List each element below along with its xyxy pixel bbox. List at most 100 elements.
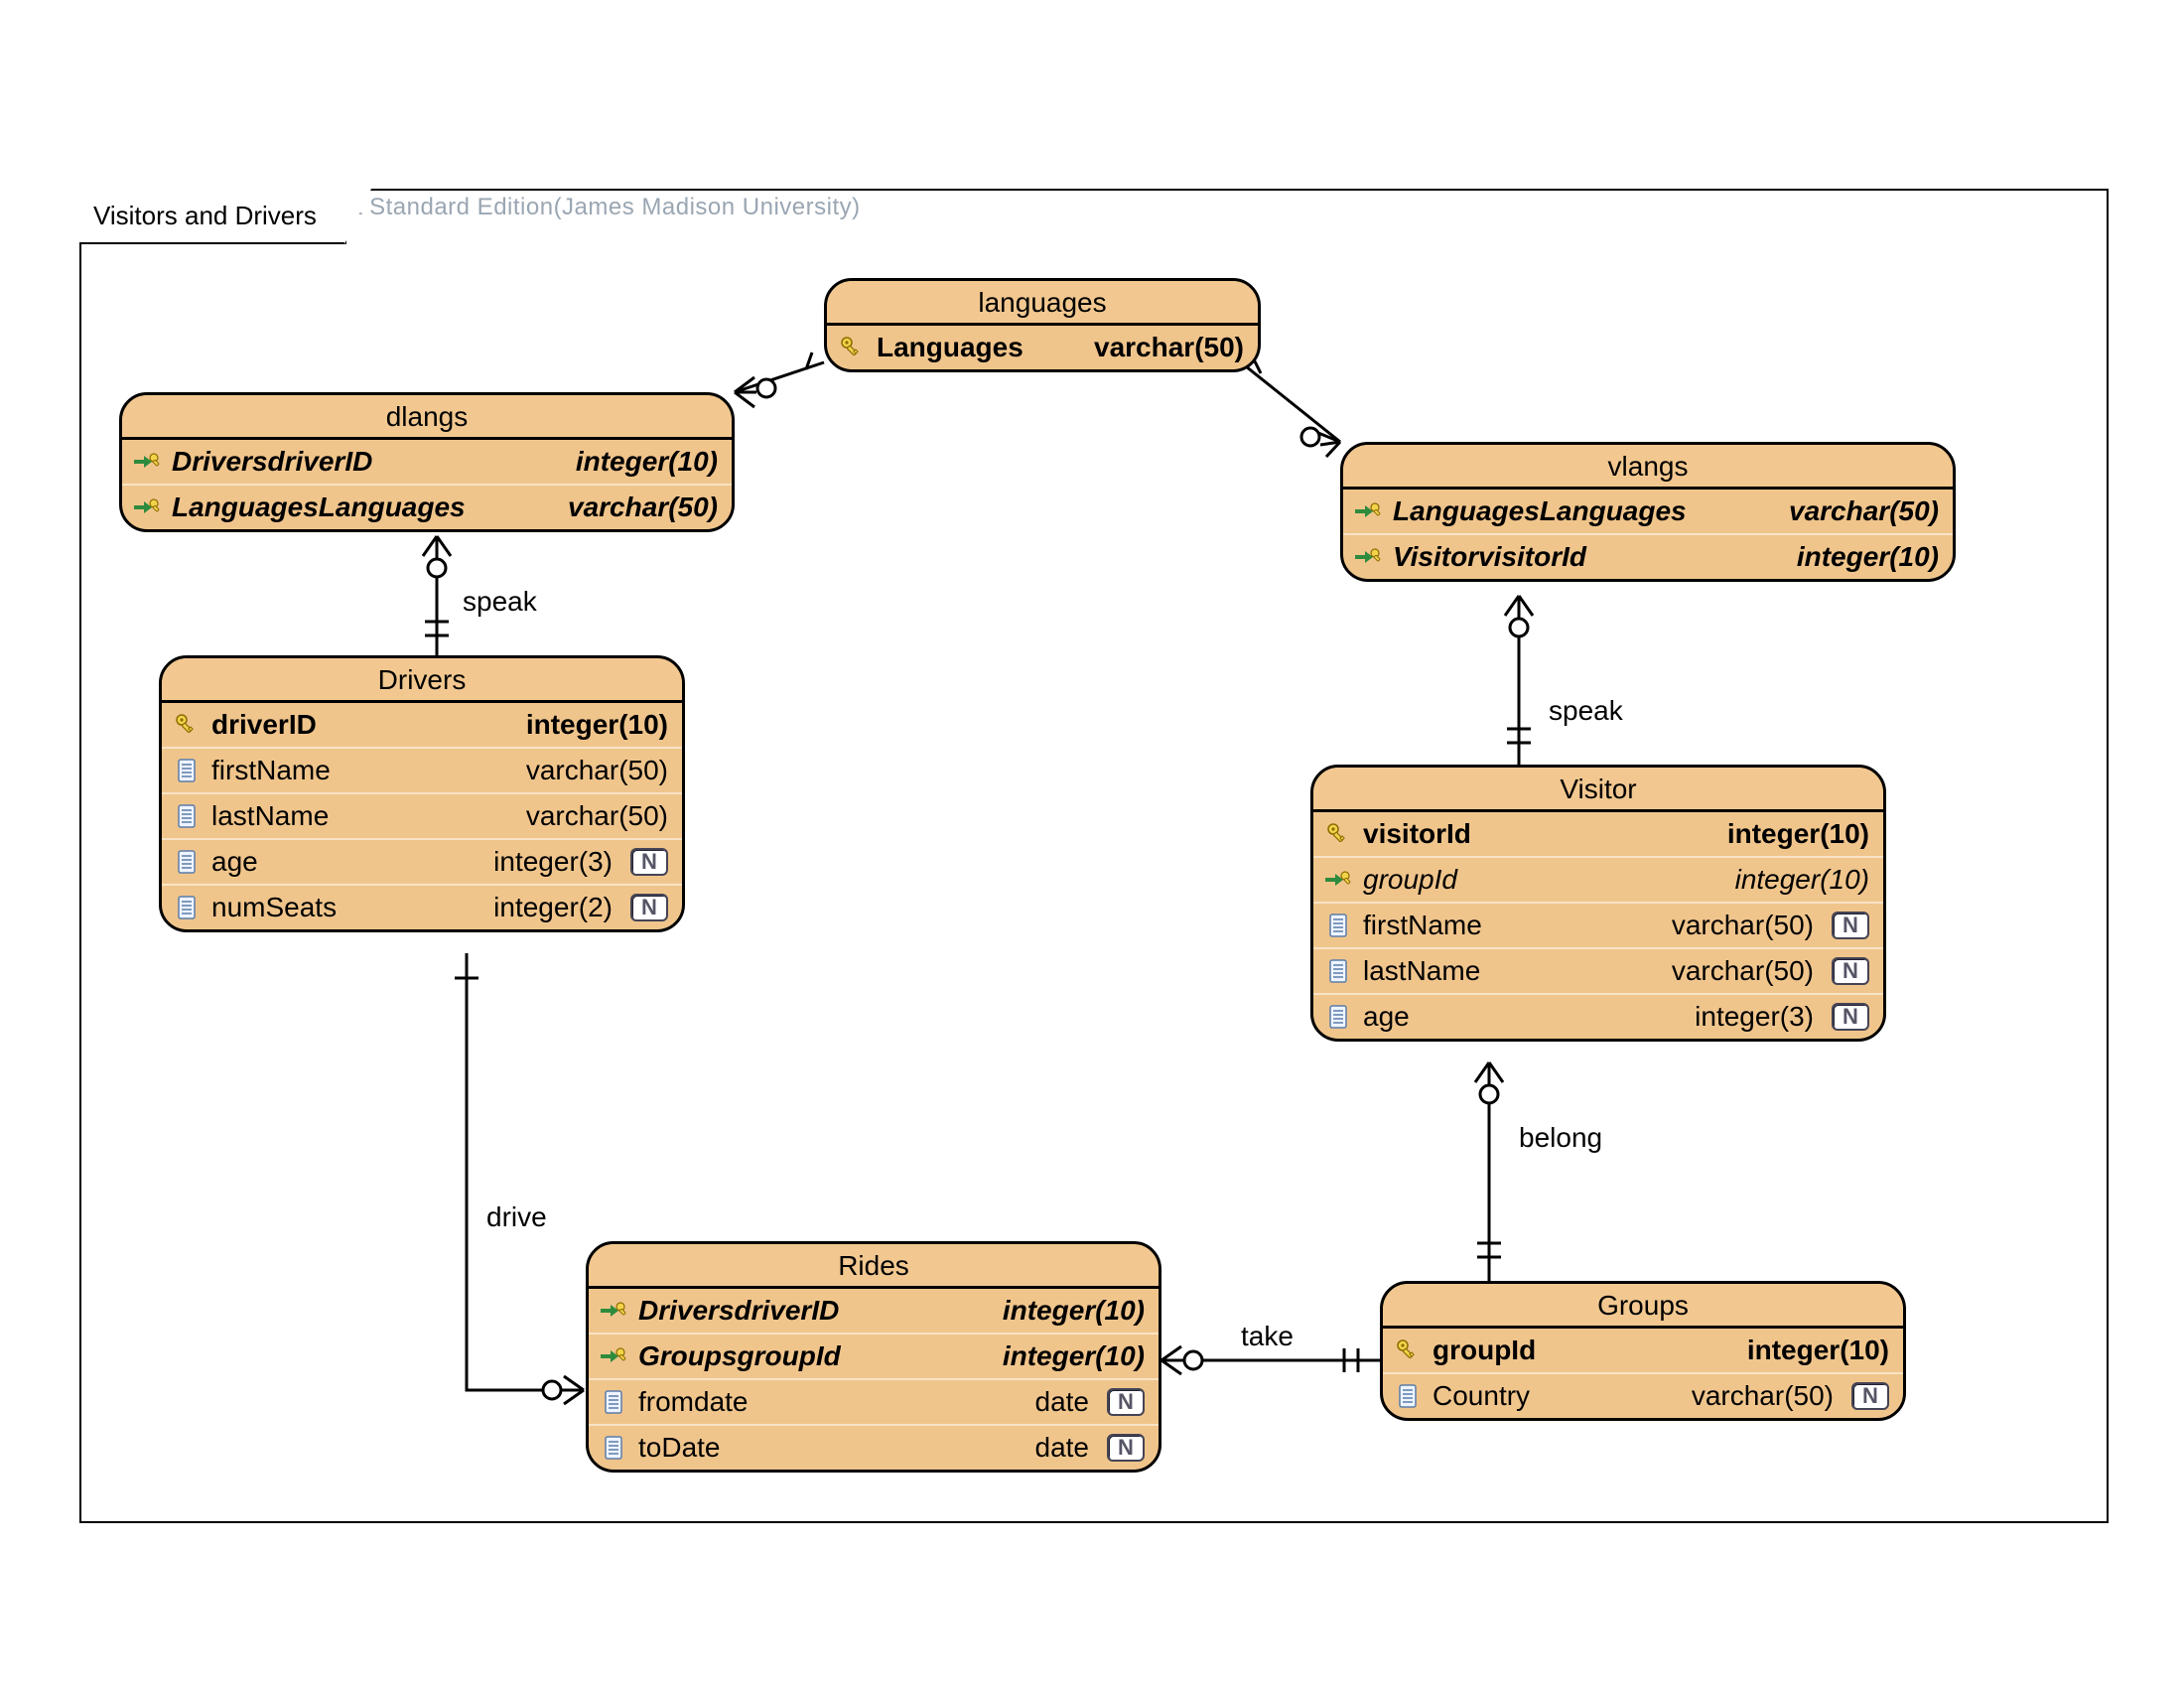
column-row[interactable]: LanguagesLanguagesvarchar(50) [1343,490,1953,533]
column-row[interactable]: DriversdriverIDinteger(10) [589,1289,1159,1333]
column-row[interactable]: firstNamevarchar(50)N [1313,902,1883,947]
entity-rows: driverIDinteger(10)firstNamevarchar(50)l… [162,703,682,929]
column-row[interactable]: fromdatedateN [589,1378,1159,1424]
entity-title: Rides [589,1244,1159,1289]
rel-label-speak-visitor: speak [1549,695,1623,727]
column-name: visitorId [1363,818,1704,850]
column-name: fromdate [638,1386,1012,1418]
column-name: groupId [1433,1335,1723,1366]
column-row[interactable]: lastNamevarchar(50)N [1313,947,1883,993]
entity-title: vlangs [1343,445,1953,490]
entity-rides[interactable]: Rides DriversdriverIDinteger(10)Groupsgr… [586,1241,1161,1473]
entity-rows: DriversdriverIDinteger(10)GroupsgroupIdi… [589,1289,1159,1470]
column-name: firstName [1363,910,1648,941]
frame-title-tab: Visitors and Drivers [79,189,346,244]
entity-dlangs[interactable]: dlangs DriversdriverIDinteger(10)Languag… [119,392,735,532]
column-name: numSeats [211,892,470,923]
column-row[interactable]: LanguagesLanguagesvarchar(50) [122,484,732,529]
column-name: groupId [1363,864,1711,896]
diagram-canvas: Visual Paradigm for UML Standard Edition… [0,0,2184,1688]
column-name: lastName [211,800,502,832]
entity-rows: DriversdriverIDinteger(10)LanguagesLangu… [122,440,732,529]
entity-languages[interactable]: languages Languagesvarchar(50) [824,278,1261,372]
rel-label-drive: drive [486,1201,547,1233]
column-name: DriversdriverID [172,446,552,478]
rel-label-belong: belong [1519,1122,1602,1154]
column-type: integer(2) [470,892,613,923]
column-type: integer(10) [979,1295,1145,1327]
nullable-badge: N [1107,1388,1145,1416]
foreign-key-icon [1353,542,1383,572]
column-icon [172,893,202,922]
column-icon [172,756,202,785]
entity-title: dlangs [122,395,732,440]
column-type: date [1012,1432,1090,1464]
primary-key-icon [837,333,867,362]
column-name: GroupsgroupId [638,1340,979,1372]
entity-title: Drivers [162,658,682,703]
column-type: varchar(50) [1648,910,1814,941]
column-type: varchar(50) [502,800,668,832]
column-row[interactable]: Countryvarchar(50)N [1383,1372,1903,1418]
column-row[interactable]: driverIDinteger(10) [162,703,682,747]
entity-title: Groups [1383,1284,1903,1329]
nullable-badge: N [1832,957,1869,985]
column-row[interactable]: visitorIdinteger(10) [1313,812,1883,856]
column-row[interactable]: GroupsgroupIdinteger(10) [589,1333,1159,1378]
column-row[interactable]: lastNamevarchar(50) [162,792,682,838]
column-icon [172,847,202,877]
column-row[interactable]: VisitorvisitorIdinteger(10) [1343,533,1953,579]
primary-key-icon [1393,1336,1423,1365]
column-name: lastName [1363,955,1648,987]
column-name: firstName [211,755,502,786]
entity-title: Visitor [1313,768,1883,812]
column-name: Languages [877,332,1070,363]
column-row[interactable]: firstNamevarchar(50) [162,747,682,792]
entity-rows: visitorIdinteger(10)groupIdinteger(10)fi… [1313,812,1883,1039]
entity-vlangs[interactable]: vlangs LanguagesLanguagesvarchar(50)Visi… [1340,442,1956,582]
primary-key-icon [1323,819,1353,849]
foreign-key-icon [599,1341,628,1371]
column-type: varchar(50) [1070,332,1244,363]
column-name: VisitorvisitorId [1393,541,1773,573]
column-icon [172,801,202,831]
column-type: integer(10) [1723,1335,1889,1366]
column-name: Country [1433,1380,1668,1412]
rel-label-take: take [1241,1321,1294,1352]
column-name: DriversdriverID [638,1295,979,1327]
column-type: varchar(50) [544,492,718,523]
column-row[interactable]: Languagesvarchar(50) [827,326,1258,369]
entity-rows: Languagesvarchar(50) [827,326,1258,369]
column-type: integer(10) [1773,541,1939,573]
column-row[interactable]: groupIdinteger(10) [1383,1329,1903,1372]
column-row[interactable]: toDatedateN [589,1424,1159,1470]
column-row[interactable]: ageinteger(3)N [1313,993,1883,1039]
column-row[interactable]: groupIdinteger(10) [1313,856,1883,902]
column-type: varchar(50) [1765,495,1939,527]
entity-title: languages [827,281,1258,326]
column-icon [1323,911,1353,940]
foreign-key-icon [1323,865,1353,895]
column-row[interactable]: DriversdriverIDinteger(10) [122,440,732,484]
column-name: toDate [638,1432,1012,1464]
column-row[interactable]: numSeatsinteger(2) N [162,884,682,929]
column-type: varchar(50) [502,755,668,786]
column-name: driverID [211,709,502,741]
column-name: age [1363,1001,1671,1033]
column-icon [599,1433,628,1463]
entity-visitor[interactable]: Visitor visitorIdinteger(10)groupIdinteg… [1310,765,1886,1042]
column-row[interactable]: ageinteger(3)N [162,838,682,884]
column-type: varchar(50) [1668,1380,1834,1412]
column-type: integer(3) [1671,1001,1814,1033]
column-type: integer(10) [502,709,668,741]
entity-drivers[interactable]: Drivers driverIDinteger(10)firstNamevarc… [159,655,685,932]
rel-label-speak-drivers: speak [463,586,537,618]
column-name: age [211,846,470,878]
entity-groups[interactable]: Groups groupIdinteger(10)Countryvarchar(… [1380,1281,1906,1421]
column-type: integer(3) [470,846,613,878]
nullable-badge: N [630,894,668,921]
column-name: LanguagesLanguages [1393,495,1765,527]
column-type: integer(10) [1711,864,1869,896]
entity-rows: groupIdinteger(10)Countryvarchar(50)N [1383,1329,1903,1418]
foreign-key-icon [1353,496,1383,526]
